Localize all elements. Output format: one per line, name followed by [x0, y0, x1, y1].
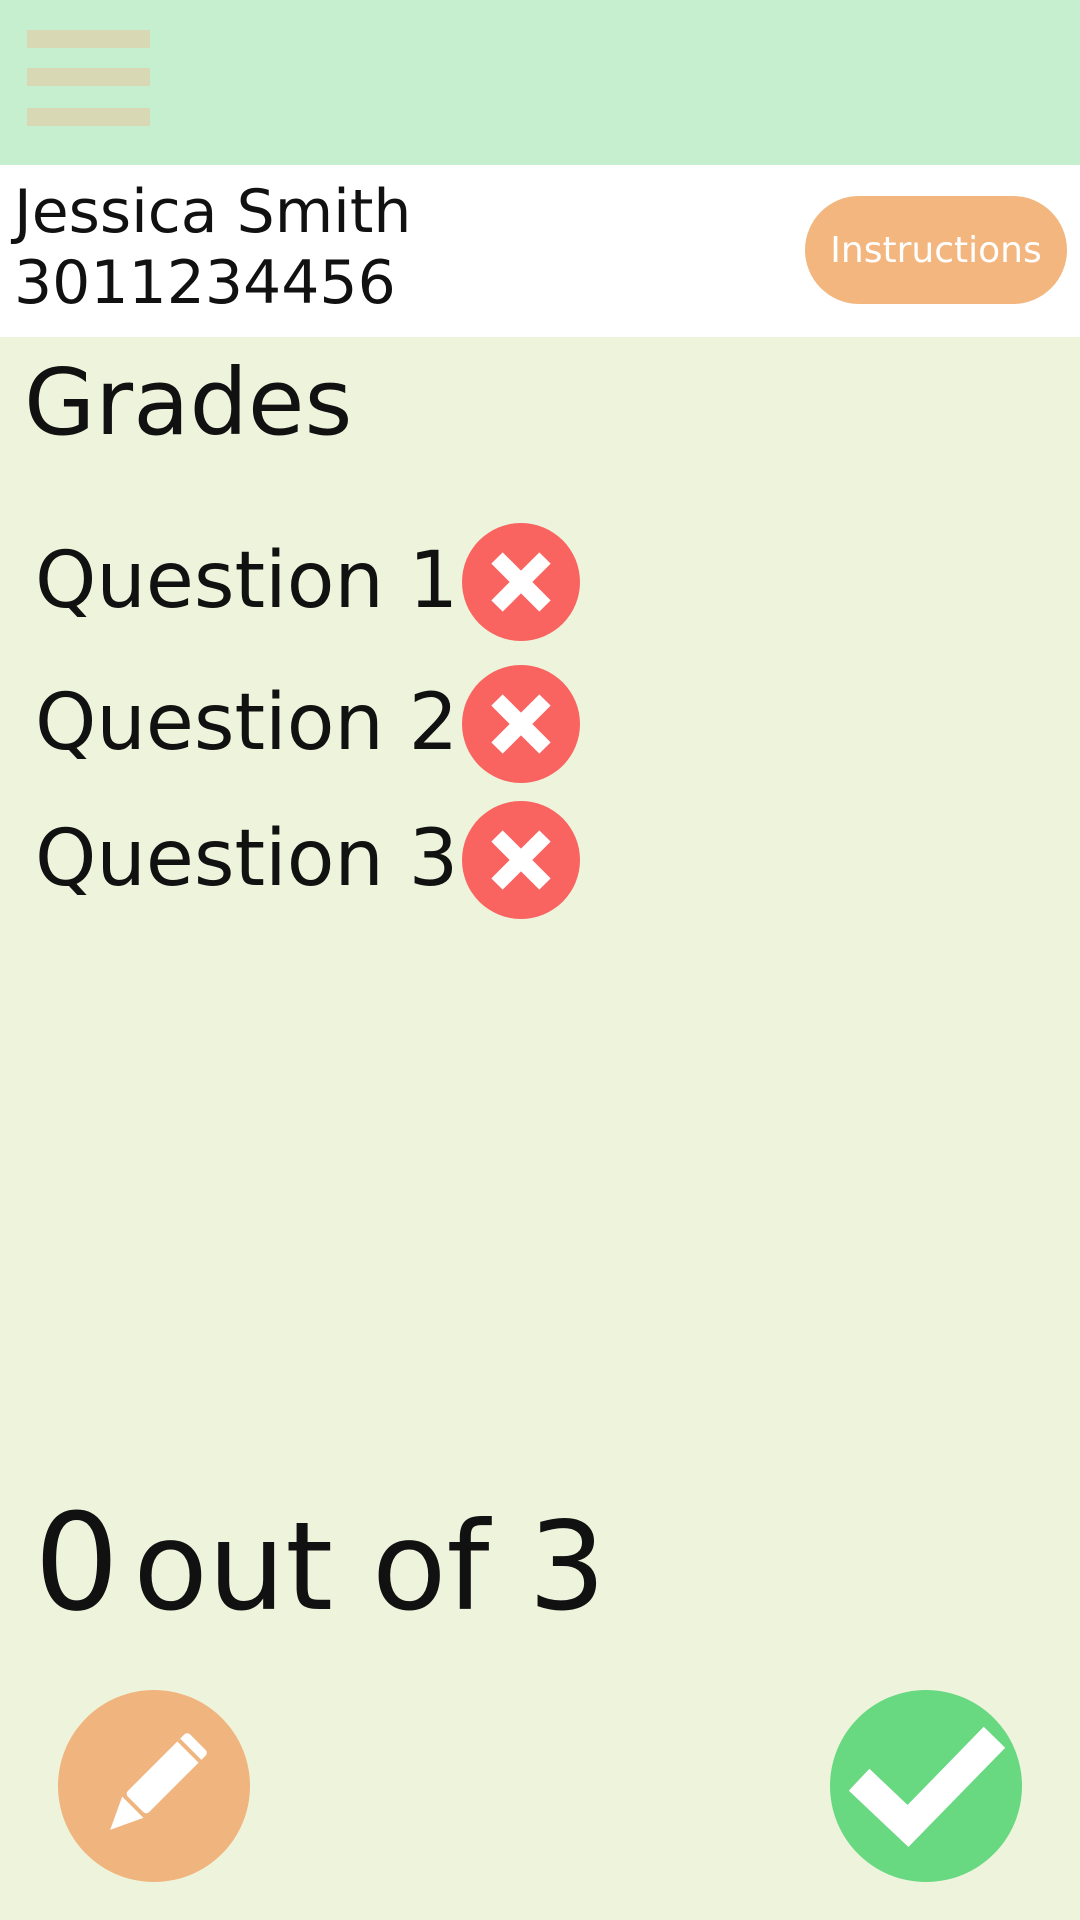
- question-label: Question 1: [35, 536, 459, 626]
- menu-bar-line: [27, 68, 150, 86]
- edit-button[interactable]: [58, 1690, 250, 1882]
- menu-bar-line: [27, 30, 150, 48]
- user-info-bar: Jessica Smith 3011234456 Instructions: [0, 165, 1080, 337]
- x-circle-icon: [462, 523, 580, 641]
- question-label: Question 3: [35, 814, 459, 904]
- student-name: Jessica Smith: [14, 177, 412, 247]
- question-row-2: Question 2: [0, 665, 600, 783]
- question-row-1: Question 1: [0, 523, 600, 641]
- menu-bar-line: [27, 108, 150, 126]
- x-circle-icon: [462, 801, 580, 919]
- score-value: 0: [34, 1485, 120, 1641]
- x-circle-icon: [462, 665, 580, 783]
- score-summary: 0 out of 3: [34, 1488, 606, 1642]
- question-label: Question 2: [35, 678, 459, 768]
- student-id: 3011234456: [14, 248, 396, 318]
- question-row-3: Question 3: [0, 801, 600, 919]
- top-app-bar: [0, 0, 1080, 165]
- hamburger-menu-icon[interactable]: [27, 30, 150, 126]
- instructions-button[interactable]: Instructions: [805, 196, 1067, 304]
- page-title: Grades: [24, 349, 353, 456]
- checkmark-icon: [848, 1726, 1006, 1848]
- pencil-icon: [110, 1733, 207, 1830]
- score-total-text: out of 3: [133, 1496, 606, 1638]
- confirm-button[interactable]: [830, 1690, 1022, 1882]
